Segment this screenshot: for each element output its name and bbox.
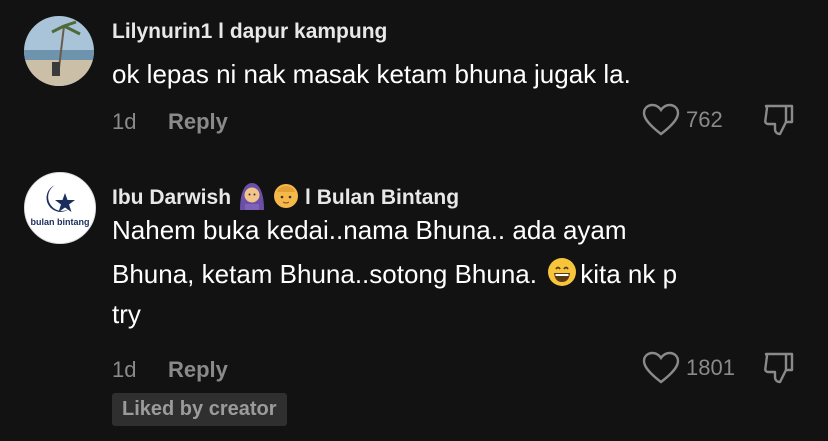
bulan-bintang-logo: bulan bintang (25, 173, 95, 243)
comment-text-part: kita nk p (580, 259, 678, 289)
thumbs-down-icon (764, 352, 794, 384)
grinning-face-emoji (547, 256, 577, 286)
comment-item: bulan bintang Ibu Darwish l Bulan Bintan… (0, 160, 828, 441)
comment-text-part: Bhuna, ketam Bhuna..sotong Bhuna. (112, 259, 537, 289)
like-button[interactable]: 762 (642, 103, 723, 137)
timestamp: 1d (112, 357, 137, 382)
reply-button[interactable]: Reply (168, 357, 228, 383)
dislike-button[interactable] (762, 102, 798, 143)
username-part: Ibu Darwish (112, 186, 232, 209)
liked-by-creator-badge: Liked by creator (112, 393, 287, 426)
timestamp: 1d (112, 109, 137, 134)
comment-line: Nahem buka kedai..nama Bhuna.. ada ayam (112, 215, 627, 245)
like-count: 1801 (686, 355, 735, 380)
comment-text: ok lepas ni nak masak ketam bhuna jugak … (112, 59, 631, 89)
reply-button[interactable]: Reply (168, 109, 228, 135)
heart-icon (642, 103, 680, 136)
logo-text: bulan bintang (31, 217, 90, 227)
avatar[interactable]: bulan bintang (24, 172, 96, 244)
comment-text: Nahem buka kedai..nama Bhuna.. ada ayam … (112, 208, 798, 332)
thumbs-down-icon (764, 104, 794, 136)
heart-icon (642, 351, 680, 384)
dislike-button[interactable] (762, 350, 798, 391)
avatar[interactable] (24, 16, 94, 86)
username-part: l Bulan Bintang (305, 186, 460, 209)
comment-item: Lilynurin1 l dapur kampung ok lepas ni n… (0, 0, 828, 160)
username[interactable]: Lilynurin1 l dapur kampung (112, 20, 387, 44)
comment-line: try (112, 299, 141, 329)
beach-scene-photo (24, 16, 94, 86)
like-count: 762 (686, 107, 723, 132)
comment-line: Bhuna, ketam Bhuna..sotong Bhuna. kita n… (112, 252, 798, 296)
like-button[interactable]: 1801 (642, 351, 735, 385)
